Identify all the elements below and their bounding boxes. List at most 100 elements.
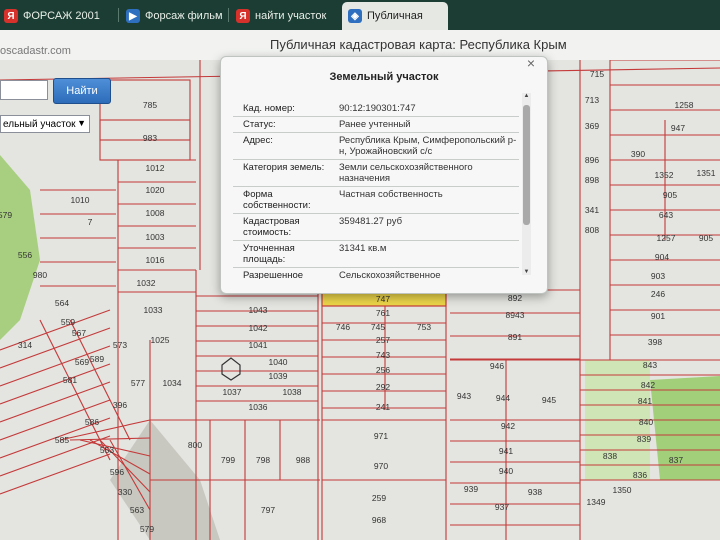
parcel-number-label: 256: [376, 365, 390, 375]
tab-divider: [228, 8, 229, 22]
parcel-number-label: 988: [296, 455, 310, 465]
popup-title: Земельный участок: [329, 71, 439, 83]
parcel-number-label: 579: [0, 210, 12, 220]
parcel-number-label: 259: [372, 493, 386, 503]
info-value: 359481.27 руб: [339, 216, 403, 227]
parcel-number-label: 1020: [146, 185, 165, 195]
parcel-number-label: 1038: [283, 387, 302, 397]
parcel-number-label: 798: [256, 455, 270, 465]
parcel-number-label: 553: [100, 445, 114, 455]
parcel-number-label: 1036: [249, 402, 268, 412]
parcel-number-label: 396: [113, 400, 127, 410]
info-value: Земли сельскохозяйственного назначения: [339, 162, 473, 184]
tab-label: ФОРСАЖ 2001: [23, 10, 100, 22]
popup-details: Кад. номер: 90:12:190301:747 Статус: Ранее …: [233, 101, 519, 279]
tab-label: Публичная: [367, 10, 423, 22]
tab-publichnaya-active[interactable]: ◈ Публичная: [342, 2, 448, 30]
parcel-number-label: 369: [585, 121, 599, 131]
info-label: Статус:: [243, 119, 276, 130]
parcel-number-label: 753: [417, 322, 431, 332]
info-value: Ранее учтенный: [339, 119, 411, 130]
info-label: Адрес:: [243, 135, 273, 146]
parcel-number-label: 579: [140, 524, 154, 534]
parcel-number-label: 903: [651, 271, 665, 281]
tab-naiti-uchastok[interactable]: Я найти участок: [236, 2, 336, 30]
parcel-number-label: 314: [18, 340, 32, 350]
info-row: Разрешенное Сельскохозяйственное: [233, 268, 519, 279]
info-value: Сельскохозяйственное: [339, 270, 441, 279]
parcel-number-label: 983: [143, 133, 157, 143]
parcel-number-label: 7: [88, 217, 93, 227]
parcel-number-label: 843: [643, 360, 657, 370]
tab-divider: [118, 8, 119, 22]
object-type-select[interactable]: ельный участок ▼: [0, 115, 90, 133]
info-row: Кад. номер: 90:12:190301:747: [233, 101, 519, 117]
video-icon: ▶: [126, 9, 140, 23]
scroll-thumb[interactable]: [523, 105, 530, 225]
parcel-number-label: 1025: [151, 335, 170, 345]
map-icon: ◈: [348, 9, 362, 23]
parcel-number-label: 8943: [506, 310, 525, 320]
info-row: Категория земель: Земли сельскохозяйствен…: [233, 160, 519, 187]
select-value: ельный участок: [3, 118, 76, 130]
scroll-up-icon[interactable]: ▲: [522, 93, 531, 99]
parcel-number-label: 559: [61, 317, 75, 327]
parcel-number-label: 898: [585, 175, 599, 185]
info-value: 31341 кв.м: [339, 243, 387, 254]
parcel-number-label: 800: [188, 440, 202, 450]
parcel-number-label: 937: [495, 502, 509, 512]
parcel-number-label: 586: [85, 417, 99, 427]
parcel-number-label: 713: [585, 95, 599, 105]
parcel-number-label: 398: [648, 337, 662, 347]
parcel-number-label: 292: [376, 382, 390, 392]
parcel-number-label: 836: [633, 470, 647, 480]
parcel-number-label: 330: [118, 487, 132, 497]
parcel-number-label: 1349: [587, 497, 606, 507]
parcel-number-label: 892: [508, 293, 522, 303]
parcel-number-label: 246: [651, 289, 665, 299]
parcel-number-label: 745: [371, 322, 385, 332]
parcel-number-label: 1039: [269, 371, 288, 381]
info-value: Частная собственность: [339, 189, 443, 200]
parcel-number-label: 1352: [655, 170, 674, 180]
info-label: Уточненная площадь:: [243, 243, 295, 265]
parcel-number-label: 941: [499, 446, 513, 456]
parcel-number-label: 556: [18, 250, 32, 260]
parcel-number-label: 573: [113, 340, 127, 350]
parcel-number-label: 746: [336, 322, 350, 332]
parcel-number-label: 1034: [163, 378, 182, 388]
search-input[interactable]: [0, 80, 48, 100]
parcel-number-label: 944: [496, 393, 510, 403]
parcel-number-label: 896: [585, 155, 599, 165]
tab-label: найти участок: [255, 10, 327, 22]
parcel-number-label: 970: [374, 461, 388, 471]
tab-forsazh-2001[interactable]: Я ФОРСАЖ 2001: [4, 2, 112, 30]
info-row: Статус: Ранее учтенный: [233, 117, 519, 133]
parcel-number-label: 841: [638, 396, 652, 406]
info-label: Разрешенное: [243, 270, 304, 279]
popup-scrollbar[interactable]: ▲ ▼: [522, 93, 531, 275]
scroll-down-icon[interactable]: ▼: [522, 269, 531, 275]
parcel-number-label: 808: [585, 225, 599, 235]
info-row: Адрес: Республика Крым, Симферопольский р…: [233, 133, 519, 160]
parcel-number-label: 980: [33, 270, 47, 280]
close-icon[interactable]: ×: [521, 53, 541, 73]
parcel-number-label: 390: [631, 149, 645, 159]
parcel-number-label: 939: [464, 484, 478, 494]
parcel-number-label: 797: [261, 505, 275, 515]
tab-forsazh-film[interactable]: ▶ Форсаж фильм: [126, 2, 222, 30]
parcel-number-label: 1258: [675, 100, 694, 110]
green-area: [650, 376, 720, 480]
parcel-number-label: 938: [528, 487, 542, 497]
info-label: Кадастровая стоимость:: [243, 216, 300, 238]
info-row: Кадастровая стоимость: 359481.27 руб: [233, 214, 519, 241]
parcel-number-label: 1257: [657, 233, 676, 243]
tab-label: Форсаж фильм: [145, 10, 222, 22]
parcel-number-label: 1043: [249, 305, 268, 315]
parcel-number-label: 643: [659, 210, 673, 220]
parcel-number-label: 577: [131, 378, 145, 388]
parcel-number-label: 563: [130, 505, 144, 515]
find-button[interactable]: Найти: [53, 78, 111, 104]
parcel-number-label: 940: [499, 466, 513, 476]
parcel-number-label: 257: [376, 335, 390, 345]
